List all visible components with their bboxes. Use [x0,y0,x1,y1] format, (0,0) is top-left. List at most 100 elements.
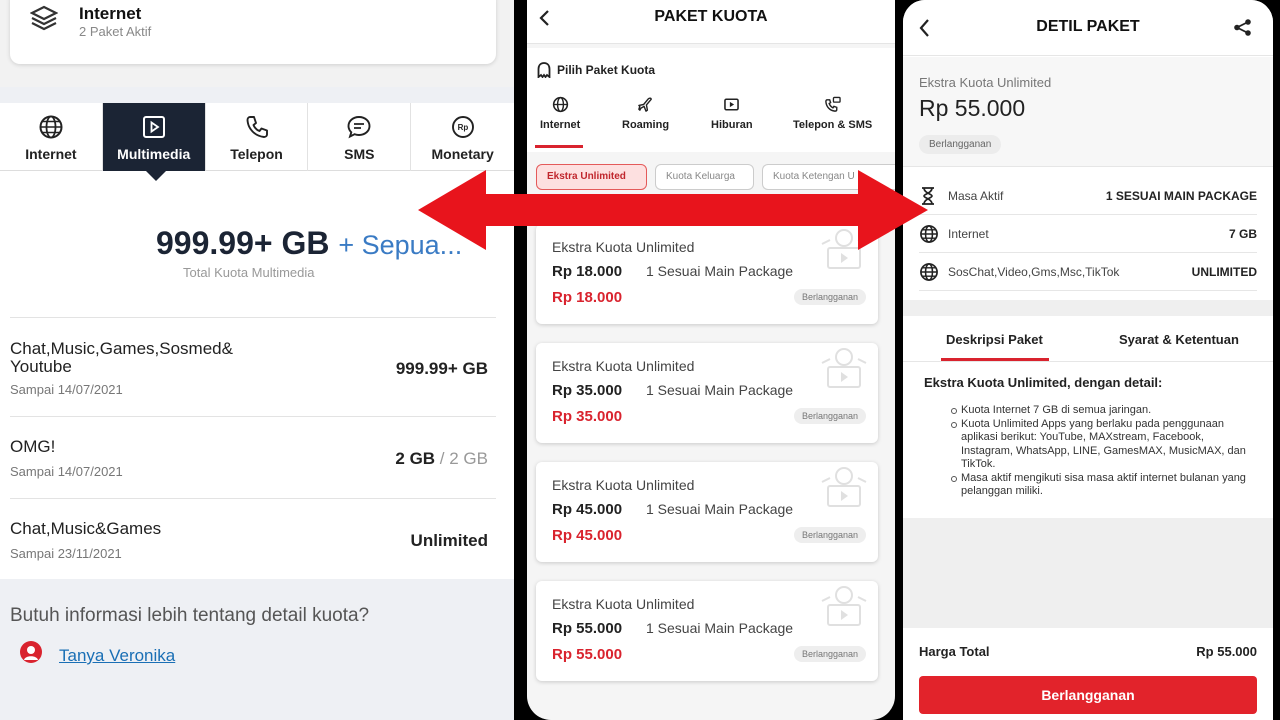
package-validity: 1 Sesuai Main Package [646,382,794,398]
empty-area [903,518,1273,628]
quota-amount: 999.99+ GB [395,359,488,378]
play-icon [723,96,740,113]
list-item: Kuota Internet 7 GB di semua jaringan. [951,404,1253,418]
tab-label: SMS [344,146,375,162]
total-quota-value: 999.99+ GB + Sepua... [156,225,462,262]
package-illustration-icon [816,345,872,391]
subscribe-button[interactable]: Berlangganan [919,676,1257,714]
category-tabs: Internet Multimedia Telepon SMS Rp Monet… [0,103,514,181]
globe-icon [38,114,64,140]
globe-icon [919,262,939,282]
quota-amount: Unlimited [410,531,488,550]
package-name: Ekstra Kuota Unlimited [552,358,695,374]
tab-deskripsi-paket[interactable]: Deskripsi Paket [946,332,1043,347]
subscribe-badge[interactable]: Berlangganan [793,527,866,543]
plane-icon [637,96,654,113]
header: PAKET KUOTA [527,0,895,44]
subscribe-badge[interactable]: Berlangganan [793,646,866,662]
info-row: Internet 7 GB [919,215,1257,253]
double-arrow-icon [418,170,928,250]
quota-detail-panel: Internet 2 Paket Aktif Internet Multimed… [0,0,514,720]
tab-label: Internet [540,119,581,131]
description-heading: Ekstra Kuota Unlimited, dengan detail: [924,375,1163,390]
share-icon[interactable] [1233,18,1252,37]
quota-name: OMG! [10,437,56,456]
tab-sms[interactable]: SMS [308,103,412,171]
package-card[interactable]: Ekstra Kuota Unlimited Rp 35.000 1 Sesua… [536,343,878,443]
tab-label: Roaming [622,119,670,131]
package-price: Rp 18.000 [552,263,623,280]
layers-icon [30,4,58,32]
ghost-icon [537,62,551,78]
quota-value: Unlimited [411,531,488,551]
quota-date: Sampai 14/07/2021 [10,464,123,479]
subscribe-badge[interactable]: Berlangganan [793,408,866,424]
package-validity: 1 Sesuai Main Package [646,501,794,517]
quota-total: / 2 GB [435,449,488,468]
total-label: Harga Total [919,644,990,659]
tab-telepon-sms[interactable]: Telepon & SMS [793,96,872,131]
rupiah-coin-icon: Rp [450,114,476,140]
total-value: Rp 55.000 [1196,644,1257,659]
subscription-badge: Berlangganan [919,135,1002,154]
internet-package-card[interactable]: Internet 2 Paket Aktif [10,0,496,64]
play-icon [141,114,167,140]
description: Ekstra Kuota Unlimited, dengan detail: K… [903,362,1273,518]
info-label: SosChat,Video,Gms,Msc,TikTok [948,265,1120,279]
divider [903,300,1273,316]
package-illustration-icon [816,464,872,510]
tab-syarat-ketentuan[interactable]: Syarat & Ketentuan [1119,332,1239,347]
tab-internet[interactable]: Internet [0,103,103,171]
total-value: 999.99+ GB [156,225,330,261]
quota-amount: 2 GB [395,449,436,468]
package-price-red: Rp 35.000 [552,408,623,425]
picker-heading: Pilih Paket Kuota [537,62,655,78]
quota-row: Chat,Music&Games Sampai 23/11/2021 Unlim… [10,498,496,579]
paket-kuota-panel: PAKET KUOTA Pilih Paket Kuota Internet R… [527,0,895,720]
detail-tabs: Deskripsi Paket Syarat & Ketentuan [903,316,1273,362]
quota-value: 2 GB / 2 GB [395,449,488,469]
package-validity: 1 Sesuai Main Package [646,263,794,279]
tab-internet[interactable]: Internet [540,96,580,131]
package-price-red: Rp 55.000 [552,646,623,663]
card-subtitle: 2 Paket Aktif [79,24,152,39]
quota-date: Sampai 14/07/2021 [10,382,123,397]
tab-label: Multimedia [117,146,191,162]
description-list: Kuota Internet 7 GB di semua jaringan. K… [951,404,1253,499]
picker-label: Pilih Paket Kuota [557,63,656,77]
tab-telepon[interactable]: Telepon [206,103,309,171]
package-card[interactable]: Ekstra Kuota Unlimited Rp 55.000 1 Sesua… [536,581,878,681]
phone-icon [244,114,270,140]
package-price-red: Rp 18.000 [552,289,623,306]
info-value: 1 SESUAI MAIN PACKAGE [1105,189,1257,203]
page-title: PAKET KUOTA [654,8,768,25]
package-price: Rp 45.000 [552,501,623,518]
package-card[interactable]: Ekstra Kuota Unlimited Rp 45.000 1 Sesua… [536,462,878,562]
package-picker: Pilih Paket Kuota Internet Roaming Hibur… [527,48,895,152]
info-value: 7 GB [1228,227,1257,241]
tab-label: Telepon [230,146,283,162]
active-tab-indicator [941,358,1049,361]
tab-label: Hiburan [711,119,753,131]
header: DETIL PAKET [903,0,1273,56]
tab-label: Monetary [431,146,494,162]
help-footer: Butuh informasi lebih tentang detail kuo… [0,579,514,720]
subscribe-badge[interactable]: Berlangganan [793,289,866,305]
tanya-veronika-link[interactable]: Tanya Veronika [59,646,175,666]
tab-monetary[interactable]: Rp Monetary [411,103,514,171]
tab-multimedia[interactable]: Multimedia [102,103,206,181]
tab-hiburan[interactable]: Hiburan [711,96,753,131]
package-name: Ekstra Kuota Unlimited [552,477,695,493]
tab-label: Telepon & SMS [793,119,873,131]
package-summary: Ekstra Kuota Unlimited Rp 55.000 Berlang… [903,57,1273,167]
package-name: Ekstra Kuota Unlimited [919,75,1052,90]
package-price: Rp 55.000 [552,620,623,637]
globe-icon [552,96,569,113]
checkout-bar: Harga Total Rp 55.000 Berlangganan [903,628,1273,720]
veronika-avatar-icon [20,641,42,663]
list-item: Masa aktif mengikuti sisa masa aktif int… [951,472,1253,499]
tab-roaming[interactable]: Roaming [622,96,669,131]
phone-sms-icon [824,96,841,113]
info-row: SosChat,Video,Gms,Msc,TikTok UNLIMITED [919,253,1257,291]
quota-row: Chat,Music,Games,Sosmed& Youtube Sampai … [10,317,496,416]
